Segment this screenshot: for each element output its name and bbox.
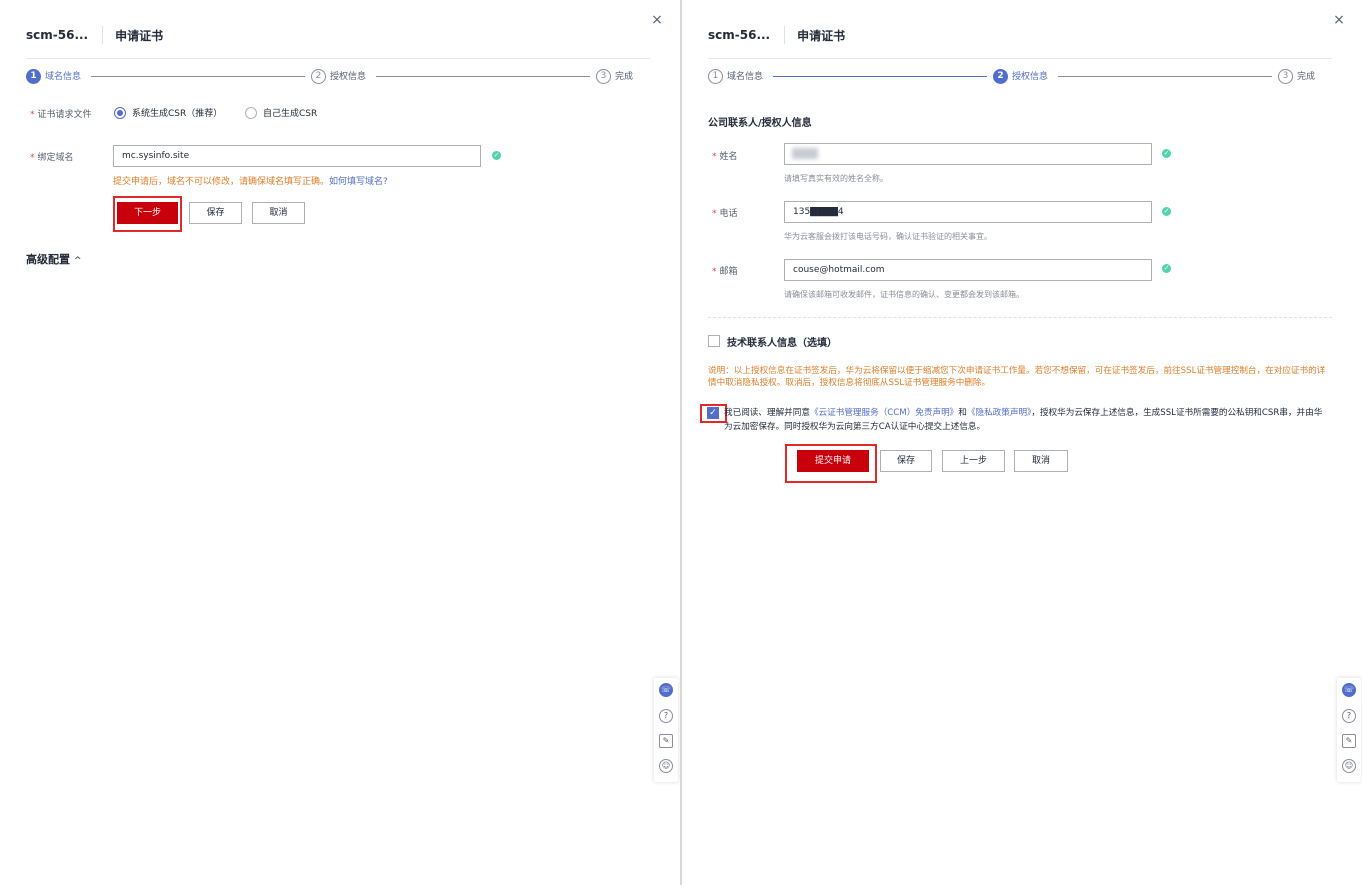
help-icon[interactable]: ? (1342, 709, 1356, 723)
feedback-icon[interactable]: ✎ (659, 734, 673, 748)
step-1-circle: 1 (26, 69, 41, 84)
step-connector (773, 76, 987, 77)
step-indicator: 1 域名信息 2 授权信息 3 完成 (708, 69, 1318, 85)
section-divider (708, 317, 1332, 318)
name-hint: 请填写真实有效的姓名全称。 (784, 174, 888, 183)
step-1-label: 域名信息 (45, 72, 82, 82)
step-2-circle: 2 (311, 69, 326, 84)
agreement-checkbox[interactable]: ✓ (707, 407, 719, 419)
step-1-label: 域名信息 (727, 72, 764, 82)
step-indicator: 1 域名信息 2 授权信息 3 完成 (26, 69, 636, 85)
smile-icon[interactable]: ☺ (1342, 759, 1356, 773)
radio-own-csr[interactable]: 自己生成CSR (245, 106, 317, 119)
step-connector (91, 76, 305, 77)
save-button[interactable]: 保存 (880, 450, 932, 472)
dialog-title: 申请证书 (115, 28, 164, 43)
radio-system-csr[interactable]: 系统生成CSR（推荐） (114, 106, 222, 119)
help-icon[interactable]: ? (659, 709, 673, 723)
domain-warning: 提交申请后，域名不可以修改，请确保域名填写正确。如何填写域名? (113, 177, 388, 187)
close-icon[interactable]: × (1332, 13, 1346, 27)
valid-check-icon: ✓ (1162, 207, 1171, 216)
next-button[interactable]: 下一步 (117, 202, 178, 224)
redacted-name (792, 148, 818, 159)
header-separator (102, 26, 104, 44)
smile-icon[interactable]: ☺ (659, 759, 673, 773)
floating-toolbar: ☏ ? ✎ ☺ (654, 678, 678, 782)
step-connector (1058, 76, 1272, 77)
step-3-circle: 3 (1278, 69, 1293, 84)
valid-check-icon: ✓ (492, 151, 501, 160)
step-2-label: 授权信息 (330, 72, 367, 82)
email-hint: 请确保该邮箱可收发邮件，证书信息的确认、变更都会发到该邮箱。 (784, 290, 1024, 299)
close-icon[interactable]: × (650, 13, 664, 27)
submit-button[interactable]: 提交申请 (797, 450, 869, 472)
radio-unchecked-icon (245, 106, 257, 119)
chevron-up-icon: ^ (74, 256, 82, 266)
ccm-disclaimer-link[interactable]: 《云证书管理服务（CCM）免责声明》 (810, 408, 958, 418)
name-input[interactable] (784, 143, 1152, 165)
left-dialog: × scm-56... 申请证书 1 域名信息 2 授权信息 3 完成 * 证书请… (0, 0, 680, 885)
header-divider (26, 58, 650, 59)
domain-label: * 绑定域名 (30, 153, 74, 163)
save-button[interactable]: 保存 (189, 202, 242, 224)
customer-service-icon[interactable]: ☏ (1342, 683, 1356, 697)
dialog-header: scm-56... 申请证书 (26, 26, 163, 44)
right-dialog: × scm-56... 申请证书 1 域名信息 2 授权信息 3 完成 公司联系… (682, 0, 1362, 885)
privacy-policy-link[interactable]: 《隐私政策声明》 (967, 408, 1031, 418)
step-2-circle: 2 (993, 69, 1008, 84)
floating-toolbar: ☏ ? ✎ ☺ (1337, 678, 1361, 782)
dialog-title: 申请证书 (797, 28, 846, 43)
tech-contact-label: 技术联系人信息（选填） (727, 338, 837, 349)
domain-help-link[interactable]: 如何填写域名? (329, 177, 388, 187)
email-label: * 邮箱 (712, 267, 738, 277)
agreement-text: 我已阅读、理解并同意《云证书管理服务（CCM）免责声明》和《隐私政策声明》，授权… (724, 408, 1323, 432)
phone-label: * 电话 (712, 209, 738, 219)
name-label: * 姓名 (712, 152, 738, 162)
step-3-label: 完成 (1297, 72, 1316, 82)
cert-id: scm-56... (26, 28, 89, 42)
step-2-label: 授权信息 (1012, 72, 1049, 82)
customer-service-icon[interactable]: ☏ (659, 683, 673, 697)
feedback-icon[interactable]: ✎ (1342, 734, 1356, 748)
step-3-circle: 3 (596, 69, 611, 84)
valid-check-icon: ✓ (1162, 264, 1171, 273)
radio-checked-icon (114, 106, 126, 119)
cancel-button[interactable]: 取消 (1014, 450, 1068, 472)
prev-step-button[interactable]: 上一步 (942, 450, 1005, 472)
step-3-label: 完成 (615, 72, 634, 82)
header-divider (708, 58, 1332, 59)
cert-id: scm-56... (708, 28, 771, 42)
csr-label: * 证书请求文件 (30, 110, 92, 120)
cancel-button[interactable]: 取消 (252, 202, 305, 224)
tech-contact-checkbox[interactable] (708, 335, 720, 347)
phone-input[interactable] (784, 201, 1152, 223)
step-1-circle: 1 (708, 69, 723, 84)
section-title: 公司联系人/授权人信息 (708, 118, 812, 129)
email-input[interactable] (784, 259, 1152, 281)
step-connector (376, 76, 590, 77)
privacy-note: 说明：以上授权信息在证书签发后，华为云将保留以便于缩减您下次申请证书工作量。若您… (708, 366, 1326, 388)
domain-input[interactable] (113, 145, 481, 167)
header-separator (784, 26, 786, 44)
phone-hint: 华为云客服会拨打该电话号码，确认证书验证的相关事宜。 (784, 232, 992, 241)
valid-check-icon: ✓ (1162, 149, 1171, 158)
dialog-header: scm-56... 申请证书 (708, 26, 845, 44)
advanced-config-toggle[interactable]: 高级配置 ^ (26, 251, 82, 267)
